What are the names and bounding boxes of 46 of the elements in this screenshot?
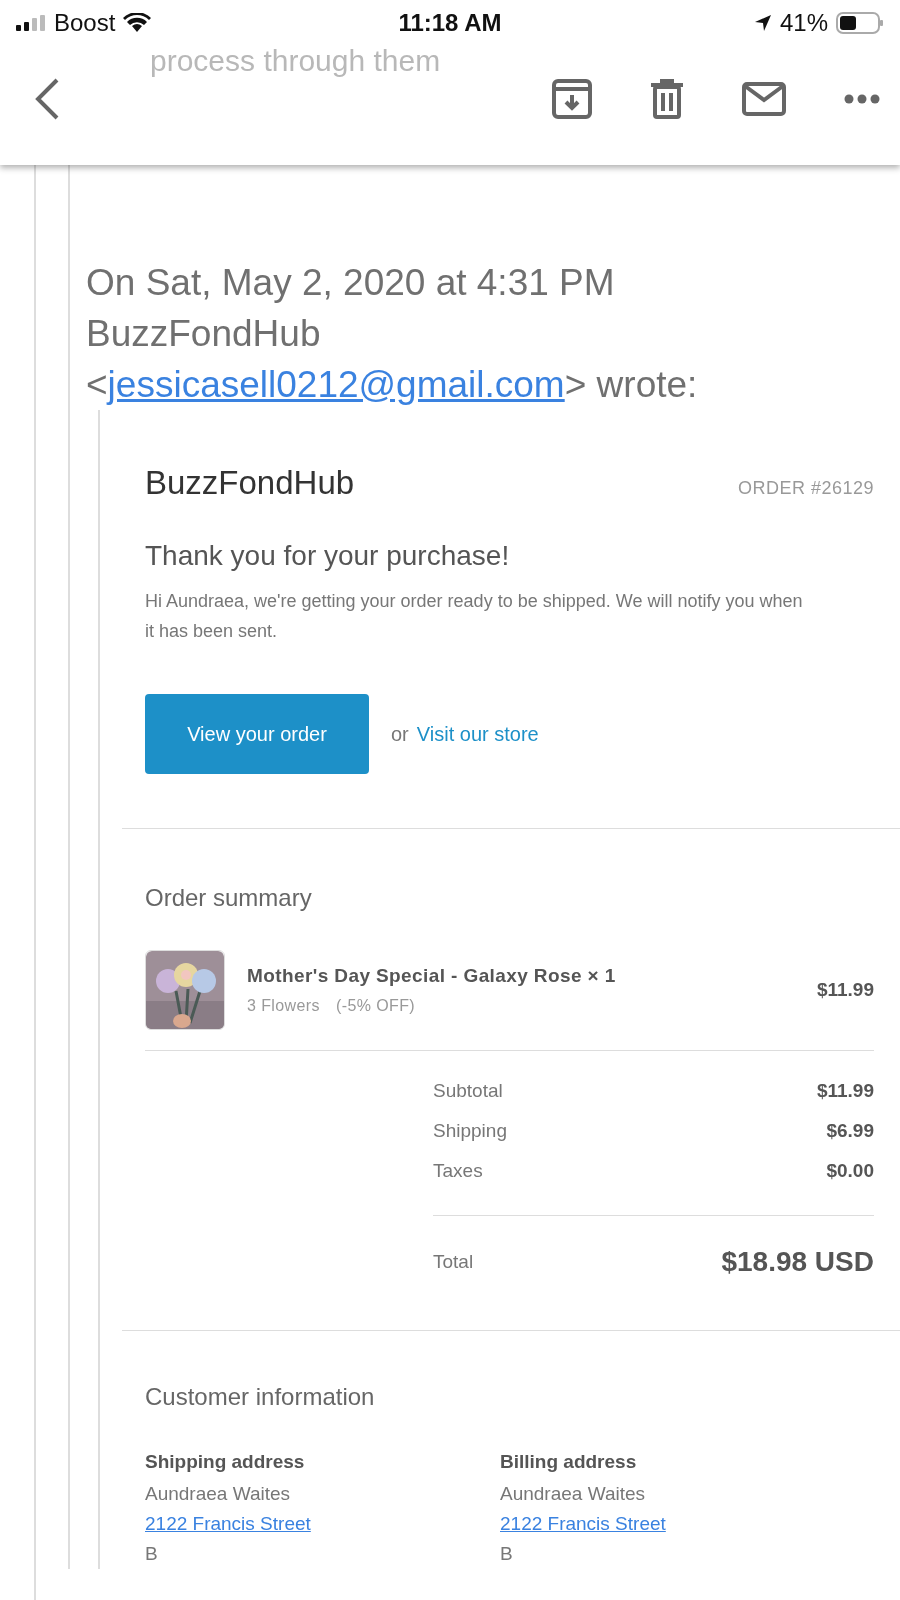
battery-icon [836,12,884,34]
address-name: Aundraea Waites [145,1482,292,1506]
quote-date: On Sat, May 2, 2020 at 4:31 PM [86,261,616,305]
address-line: B [500,1542,514,1566]
store-link[interactable]: Visit our store [416,722,539,746]
carrier-name: Boost [54,9,116,37]
address-title: Shipping address [145,1450,306,1474]
quote-sender: BuzzFondHub [86,312,322,356]
mail-icon[interactable] [742,81,786,116]
wifi-icon [123,13,152,33]
signal-icon [16,15,46,31]
trash-icon[interactable] [650,78,684,119]
address-title: Billing address [500,1450,638,1474]
thanks-heading: Thank you for your purchase! [145,540,511,572]
more-icon[interactable] [844,93,880,104]
item-price: $11.99 [816,979,874,1001]
order-message: Hi Aundraea, we're getting your order ready to be shipped. We will notify you when it has been sent. [145,590,804,643]
sender-email-link[interactable]: jessicasell0212@gmail.com [107,364,565,405]
back-icon[interactable] [34,77,60,120]
street-link[interactable]: 2122 Francis Street [145,1513,311,1534]
shop-name: BuzzFondHub [145,464,355,502]
summary-title: Order summary [145,884,313,912]
quote-wrote: > wrote: [564,364,698,405]
address-line: B [145,1542,159,1566]
total-value: $6.99 [826,1120,874,1142]
order-number: ORDER #26129 [737,478,874,499]
or-text: or [391,722,409,746]
item-variant: 3 Flowers [247,997,320,1015]
customer-title: Customer information [145,1383,376,1411]
grand-total-label: Total [433,1251,474,1273]
total-label: Subtotal [433,1080,503,1102]
total-label: Taxes [433,1160,483,1182]
item-title: Mother's Day Special - Galaxy Rose × 1 [247,965,617,987]
address-name: Aundraea Waites [500,1482,647,1506]
street-link[interactable]: 2122 Francis Street [500,1513,666,1534]
grand-total-value: $18.98 USD [721,1246,874,1278]
location-icon [753,14,772,32]
status-time: 11:18 AM [398,9,502,37]
total-value: $0.00 [826,1160,874,1182]
total-value: $11.99 [816,1080,874,1102]
total-label: Shipping [433,1120,507,1142]
view-order-button[interactable]: View your order [145,694,369,774]
battery-percent: 41% [779,9,828,37]
archive-icon[interactable] [552,78,592,119]
item-discount: (-5% OFF) [335,997,416,1015]
background-text: process through them [150,44,441,78]
